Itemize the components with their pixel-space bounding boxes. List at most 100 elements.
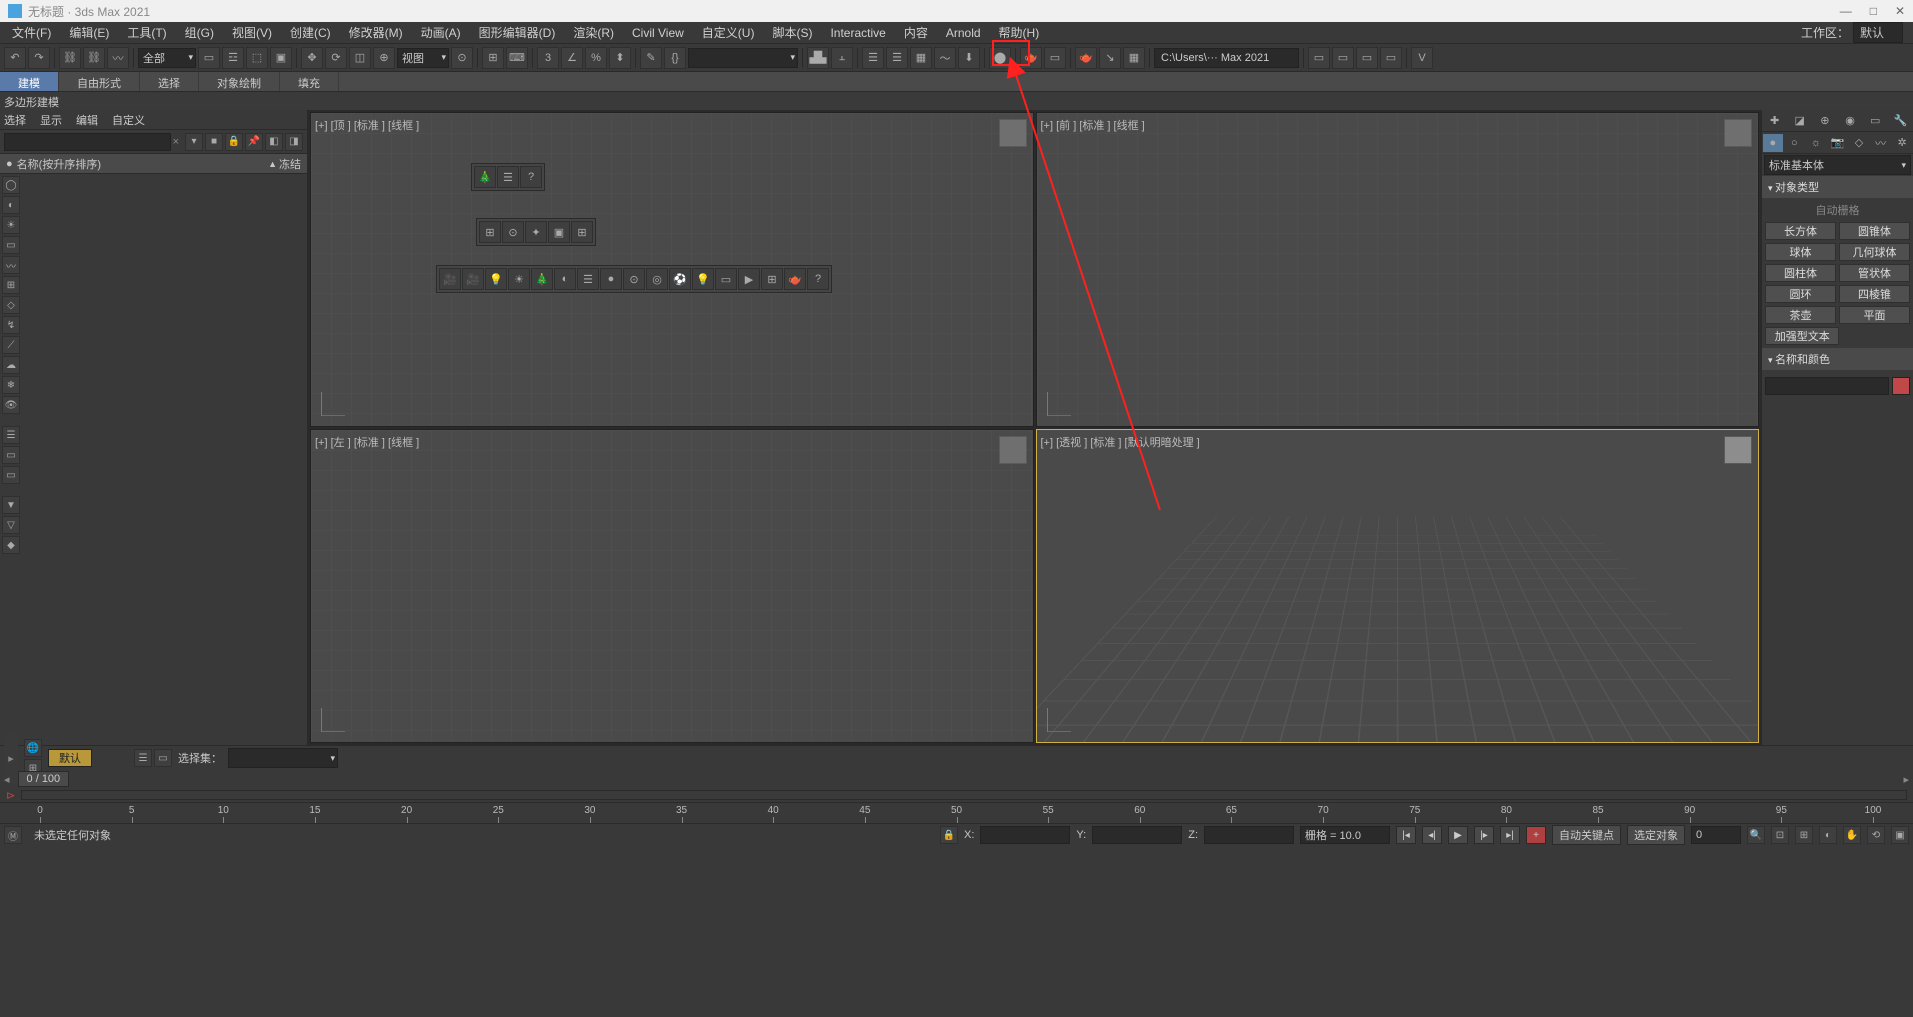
- menu-group[interactable]: 组(G): [177, 22, 222, 43]
- goto-end-button[interactable]: ▸|: [1500, 826, 1520, 844]
- schematic-view-button[interactable]: ⬇: [958, 47, 980, 69]
- ft3-btn13[interactable]: ▭: [715, 268, 737, 290]
- menu-file[interactable]: 文件(F): [4, 22, 59, 43]
- mirror-button[interactable]: ▟▙: [807, 47, 829, 69]
- coord-x-input[interactable]: [980, 826, 1070, 844]
- menu-views[interactable]: 视图(V): [224, 22, 280, 43]
- nav-zoomext-button[interactable]: ⊞: [1795, 826, 1813, 844]
- primitive-type-dropdown[interactable]: 标准基本体: [1764, 155, 1911, 175]
- vray-button[interactable]: V: [1411, 47, 1433, 69]
- object-color-swatch[interactable]: [1892, 377, 1910, 395]
- ft1-help-icon[interactable]: ?: [520, 166, 542, 188]
- ft3-btn6[interactable]: ◐: [554, 268, 576, 290]
- filter-containers-icon[interactable]: ☁: [2, 356, 20, 374]
- menu-tools[interactable]: 工具(T): [119, 22, 174, 43]
- filter-geometry-icon[interactable]: ◯: [2, 176, 20, 194]
- nav-zoomall-button[interactable]: ⊡: [1771, 826, 1789, 844]
- filter-opt2-icon[interactable]: ▭: [2, 446, 20, 464]
- nav-orbit-button[interactable]: ⟲: [1867, 826, 1885, 844]
- filter-opt5-icon[interactable]: ◆: [2, 536, 20, 554]
- frame-display[interactable]: 0 / 100: [18, 771, 70, 787]
- ribbon-tab-objectpaint[interactable]: 对象绘制: [199, 72, 280, 91]
- named-selection-dropdown[interactable]: [688, 48, 798, 68]
- menu-grapheditors[interactable]: 图形编辑器(D): [471, 22, 564, 43]
- snap-toggle-button[interactable]: 3: [537, 47, 559, 69]
- window-crossing-button[interactable]: ▣: [270, 47, 292, 69]
- record-button[interactable]: +: [1526, 826, 1546, 844]
- btn-cylinder[interactable]: 圆柱体: [1765, 264, 1836, 282]
- btn-tube[interactable]: 管状体: [1839, 264, 1910, 282]
- select-rotate-button[interactable]: ⟳: [325, 47, 347, 69]
- cat-cameras-icon[interactable]: 📷: [1827, 134, 1847, 152]
- layer-btn1[interactable]: ☰: [134, 749, 152, 767]
- ft3-btn7[interactable]: ☰: [577, 268, 599, 290]
- filter-groups-icon[interactable]: ◇: [2, 296, 20, 314]
- cmd-tab-create[interactable]: ✚: [1765, 112, 1785, 130]
- keyboard-shortcut-button[interactable]: ⌨: [506, 47, 528, 69]
- spinner-snap-button[interactable]: ⬍: [609, 47, 631, 69]
- autokey-button[interactable]: 自动关键点: [1552, 825, 1621, 845]
- nav-pan-button[interactable]: ✋: [1843, 826, 1861, 844]
- ft3-btn8[interactable]: ●: [600, 268, 622, 290]
- selection-set-dropdown[interactable]: [228, 748, 338, 768]
- viewport-left-label[interactable]: [+] [左 ] [标准 ] [线框 ]: [315, 434, 419, 450]
- next-frame-button[interactable]: |▸: [1474, 826, 1494, 844]
- redo-button[interactable]: ↷: [28, 47, 50, 69]
- cat-shapes-icon[interactable]: ○: [1784, 134, 1804, 152]
- ft3-btn12[interactable]: 💡: [692, 268, 714, 290]
- cat-lights-icon[interactable]: ☼: [1806, 134, 1826, 152]
- cat-helpers-icon[interactable]: ◇: [1849, 134, 1869, 152]
- nav-maxtoggle-button[interactable]: ▣: [1891, 826, 1909, 844]
- material-editor-button[interactable]: ⬤: [989, 47, 1011, 69]
- ribbon-tab-modeling[interactable]: 建模: [0, 72, 59, 91]
- unlink-button[interactable]: ⛓: [83, 47, 105, 69]
- viewport-persp-label[interactable]: [+] [透视 ] [标准 ] [默认明暗处理 ]: [1041, 434, 1200, 450]
- filter-frozen-icon[interactable]: ❄: [2, 376, 20, 394]
- slider-arrow-left-icon[interactable]: ◂: [4, 773, 10, 786]
- render-iterative-button[interactable]: ↘: [1099, 47, 1121, 69]
- lock-selection-button[interactable]: 🔒: [940, 826, 958, 844]
- scene-object-list[interactable]: [22, 174, 307, 745]
- ft3-btn2[interactable]: 🎥: [462, 268, 484, 290]
- current-frame-input[interactable]: 0: [1691, 826, 1741, 844]
- render-setup-button[interactable]: 🫖: [1020, 47, 1042, 69]
- btn-torus[interactable]: 圆环: [1765, 285, 1836, 303]
- bind-spacewarp-button[interactable]: 〰: [107, 47, 129, 69]
- btn-plane[interactable]: 平面: [1839, 306, 1910, 324]
- ft3-btn15[interactable]: ⊞: [761, 268, 783, 290]
- select-move-button[interactable]: ✥: [301, 47, 323, 69]
- filter-helpers-icon[interactable]: 〰: [2, 256, 20, 274]
- floating-toolbar-1[interactable]: 🎄 ☰ ?: [471, 163, 545, 191]
- edit-named-selection-button[interactable]: ✎: [640, 47, 662, 69]
- prev-frame-button[interactable]: ◂|: [1422, 826, 1442, 844]
- floating-toolbar-3[interactable]: 🎥 🎥 💡 ☀ 🎄 ◐ ☰ ● ⊙ ◎ ⚽ 💡 ▭ ▶ ⊞ 🫖 ?: [436, 265, 832, 293]
- scene-col-name[interactable]: 名称(按升序排序): [17, 156, 101, 172]
- floating-toolbar-2[interactable]: ⊞ ⊙ ✦ ▣ ⊞: [476, 218, 596, 246]
- select-place-button[interactable]: ⊕: [373, 47, 395, 69]
- toggle-ribbon-button[interactable]: ▦: [910, 47, 932, 69]
- render-frame-window-button[interactable]: ▭: [1044, 47, 1066, 69]
- menu-customize[interactable]: 自定义(U): [694, 22, 763, 43]
- ft3-btn9[interactable]: ⊙: [623, 268, 645, 290]
- select-scale-button[interactable]: ◫: [349, 47, 371, 69]
- setkey-filters-button[interactable]: 选定对象: [1627, 825, 1685, 845]
- filter-shapes-icon[interactable]: ◐: [2, 196, 20, 214]
- menu-edit[interactable]: 编辑(E): [61, 22, 117, 43]
- scene-search-input[interactable]: [4, 133, 171, 151]
- menu-arnold[interactable]: Arnold: [938, 24, 989, 42]
- scene-tab-select[interactable]: 选择: [4, 112, 26, 128]
- render-in-cloud-button[interactable]: ▦: [1123, 47, 1145, 69]
- ft3-btn14[interactable]: ▶: [738, 268, 760, 290]
- viewport-left[interactable]: [+] [左 ] [标准 ] [线框 ]: [310, 429, 1034, 744]
- time-scrub-row[interactable]: ⊳: [0, 788, 1913, 802]
- toggle-scene-explorer-button[interactable]: ☰: [862, 47, 884, 69]
- cat-geometry-icon[interactable]: ●: [1763, 134, 1783, 152]
- ft3-teapot-icon[interactable]: 🫖: [784, 268, 806, 290]
- coord-y-input[interactable]: [1092, 826, 1182, 844]
- filter-funnel-icon[interactable]: ▼: [2, 496, 20, 514]
- percent-snap-button[interactable]: %: [585, 47, 607, 69]
- cmd-tab-motion[interactable]: ◉: [1840, 112, 1860, 130]
- object-name-input[interactable]: [1765, 377, 1889, 395]
- btn-sphere[interactable]: 球体: [1765, 243, 1836, 261]
- maximize-button[interactable]: □: [1870, 4, 1877, 18]
